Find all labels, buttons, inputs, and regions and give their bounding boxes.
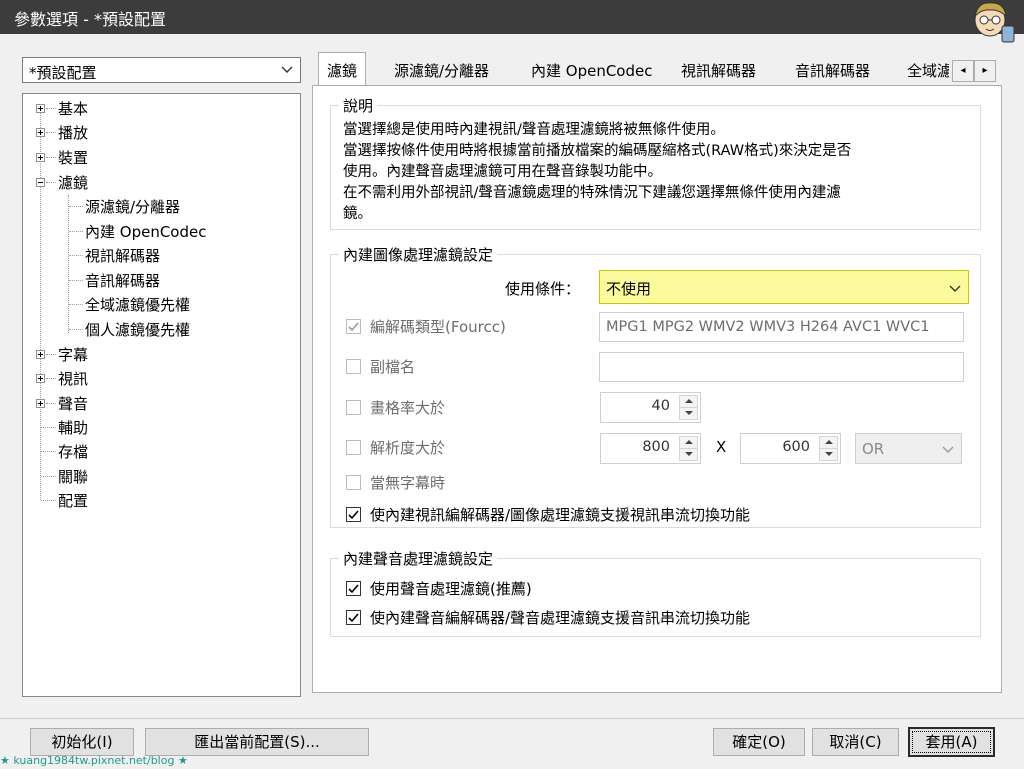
tree-item-save[interactable]: 存檔 bbox=[58, 441, 88, 462]
footer-divider bbox=[0, 718, 1024, 719]
watermark: ★ kuang1984tw.pixnet.net/blog ★ bbox=[0, 754, 188, 767]
tree-item-opencodec[interactable]: 內建 OpenCodec bbox=[85, 221, 206, 242]
tab-source-filter[interactable]: 源濾鏡/分離器 bbox=[394, 56, 489, 84]
audio-switch-label: 使內建聲音編解碼器/聲音處理濾鏡支援音訊串流切換功能 bbox=[370, 609, 751, 627]
chevron-down-icon bbox=[949, 285, 961, 292]
video-filter-group: 內建圖像處理濾鏡設定 使用條件： 不使用 編解碼類型(Fourcc) MPG1 … bbox=[330, 244, 981, 528]
tree-item-global-priority[interactable]: 全域濾鏡優先權 bbox=[85, 294, 190, 315]
chevron-down-icon bbox=[942, 446, 954, 453]
cancel-button[interactable]: 取消(C) bbox=[812, 728, 899, 756]
apply-button[interactable]: 套用(A) bbox=[908, 727, 995, 757]
tree-item-device[interactable]: 裝置 bbox=[58, 147, 88, 168]
spin-down-icon[interactable] bbox=[679, 407, 698, 420]
resolution-x-label: X bbox=[716, 438, 727, 456]
spin-down-icon[interactable] bbox=[679, 448, 698, 461]
tree-item-filters[interactable]: 濾鏡 bbox=[58, 172, 88, 193]
tree-item-audio[interactable]: 聲音 bbox=[58, 393, 88, 414]
resolution-height-stepper[interactable]: 600 bbox=[740, 433, 841, 464]
checkmark-icon bbox=[348, 322, 359, 332]
expand-icon[interactable] bbox=[36, 374, 45, 383]
mascot-icon bbox=[974, 2, 1015, 43]
checkmark-icon bbox=[348, 613, 359, 623]
resolution-width-value: 800 bbox=[642, 439, 670, 455]
checkmark-icon bbox=[348, 510, 359, 520]
audio-switch-checkbox[interactable] bbox=[346, 610, 361, 625]
tree-item-association[interactable]: 關聯 bbox=[58, 466, 88, 487]
extension-label: 副檔名 bbox=[370, 358, 416, 376]
focus-ring bbox=[912, 731, 991, 753]
tab-video-decoder[interactable]: 視訊解碼器 bbox=[681, 56, 756, 84]
tree-item-assist[interactable]: 輔助 bbox=[58, 417, 88, 438]
resolution-operator-value: OR bbox=[862, 440, 885, 458]
category-tree[interactable]: 基本 播放 裝置 濾鏡 源濾鏡/分離器 內建 OpenCodec 視訊解碼器 音… bbox=[22, 93, 301, 697]
title-bar: 參數選項 - *預設配置 bbox=[0, 0, 1024, 43]
resolution-operator-select[interactable]: OR bbox=[855, 433, 962, 464]
tab-filters[interactable]: 濾鏡 bbox=[318, 52, 367, 86]
fourcc-checkbox[interactable] bbox=[346, 319, 361, 334]
tree-item-video-decoder[interactable]: 視訊解碼器 bbox=[85, 245, 160, 266]
resolution-width-stepper[interactable]: 800 bbox=[600, 433, 701, 464]
resolution-height-value: 600 bbox=[782, 439, 810, 455]
description-group: 說明 當選擇總是使用時內建視訊/聲音處理濾鏡將被無條件使用。 當選擇按條件使用時… bbox=[330, 95, 981, 230]
no-subtitle-checkbox[interactable] bbox=[346, 475, 361, 490]
framerate-value: 40 bbox=[651, 398, 670, 414]
tab-scroll-left-icon[interactable]: ◂ bbox=[952, 60, 974, 82]
tree-item-audio-decoder[interactable]: 音訊解碼器 bbox=[85, 270, 160, 291]
audio-group-title: 內建聲音處理濾鏡設定 bbox=[339, 548, 498, 569]
export-config-button[interactable]: 匯出當前配置(S)... bbox=[145, 728, 369, 756]
expand-icon[interactable] bbox=[36, 399, 45, 408]
use-audio-filter-checkbox[interactable] bbox=[346, 581, 361, 596]
video-switch-checkbox[interactable] bbox=[346, 507, 361, 522]
no-subtitle-label: 當無字幕時 bbox=[370, 474, 446, 492]
video-group-title: 內建圖像處理濾鏡設定 bbox=[339, 244, 498, 265]
tab-scroll-right-icon[interactable]: ▸ bbox=[974, 60, 996, 82]
use-condition-label: 使用條件： bbox=[505, 280, 581, 298]
framerate-checkbox[interactable] bbox=[346, 400, 361, 415]
expand-icon[interactable] bbox=[36, 104, 45, 113]
fourcc-label: 編解碼類型(Fourcc) bbox=[370, 318, 506, 336]
collapse-icon[interactable] bbox=[36, 178, 45, 187]
expand-icon[interactable] bbox=[36, 128, 45, 137]
tree-item-subtitle[interactable]: 字幕 bbox=[58, 344, 88, 365]
chevron-down-icon bbox=[281, 66, 293, 73]
extension-checkbox[interactable] bbox=[346, 359, 361, 374]
tree-item-source-filter[interactable]: 源濾鏡/分離器 bbox=[85, 196, 180, 217]
tree-item-video[interactable]: 視訊 bbox=[58, 368, 88, 389]
tab-opencodec[interactable]: 內建 OpenCodec bbox=[531, 56, 652, 84]
tree-item-playback[interactable]: 播放 bbox=[58, 122, 88, 143]
tree-item-personal-priority[interactable]: 個人濾鏡優先權 bbox=[85, 319, 190, 340]
spin-down-icon[interactable] bbox=[819, 448, 838, 461]
use-audio-filter-label: 使用聲音處理濾鏡(推薦) bbox=[370, 580, 532, 598]
framerate-stepper[interactable]: 40 bbox=[600, 392, 701, 423]
video-switch-label: 使內建視訊編解碼器/圖像處理濾鏡支援視訊串流切換功能 bbox=[370, 506, 751, 524]
init-button[interactable]: 初始化(I) bbox=[30, 728, 134, 756]
resolution-checkbox[interactable] bbox=[346, 440, 361, 455]
profile-select[interactable]: *預設配置 bbox=[22, 57, 301, 83]
tab-global-priority[interactable]: 全域濾 bbox=[907, 56, 949, 84]
fourcc-field[interactable]: MPG1 MPG2 WMV2 WMV3 H264 AVC1 WVC1 bbox=[599, 312, 964, 342]
tab-strip: 濾鏡 源濾鏡/分離器 內建 OpenCodec 視訊解碼器 音訊解碼器 全域濾 … bbox=[312, 52, 1002, 86]
profile-select-value: *預設配置 bbox=[29, 64, 97, 82]
expand-icon[interactable] bbox=[36, 350, 45, 359]
description-title: 說明 bbox=[339, 95, 378, 116]
use-condition-select[interactable]: 不使用 bbox=[599, 270, 969, 304]
framerate-label: 畫格率大於 bbox=[370, 399, 446, 417]
filters-panel: 說明 當選擇總是使用時內建視訊/聲音處理濾鏡將被無條件使用。 當選擇按條件使用時… bbox=[312, 85, 1002, 693]
description-text: 當選擇總是使用時內建視訊/聲音處理濾鏡將被無條件使用。 當選擇按條件使用時將根據… bbox=[343, 122, 852, 222]
ok-button[interactable]: 確定(O) bbox=[713, 728, 805, 756]
audio-filter-group: 內建聲音處理濾鏡設定 使用聲音處理濾鏡(推薦) 使內建聲音編解碼器/聲音處理濾鏡… bbox=[330, 548, 981, 637]
resolution-label: 解析度大於 bbox=[370, 439, 446, 457]
tab-audio-decoder[interactable]: 音訊解碼器 bbox=[795, 56, 870, 84]
preferences-window: 參數選項 - *預設配置 *預設配置 基本 播放 裝置 濾鏡 源濾鏡/分離器 內… bbox=[0, 0, 1024, 769]
window-title: 參數選項 - *預設配置 bbox=[14, 10, 166, 29]
tree-item-config[interactable]: 配置 bbox=[58, 490, 88, 511]
extension-field[interactable] bbox=[599, 352, 964, 382]
use-condition-value: 不使用 bbox=[606, 280, 652, 298]
tree-item-basic[interactable]: 基本 bbox=[58, 98, 88, 119]
expand-icon[interactable] bbox=[36, 153, 45, 162]
checkmark-icon bbox=[348, 584, 359, 594]
